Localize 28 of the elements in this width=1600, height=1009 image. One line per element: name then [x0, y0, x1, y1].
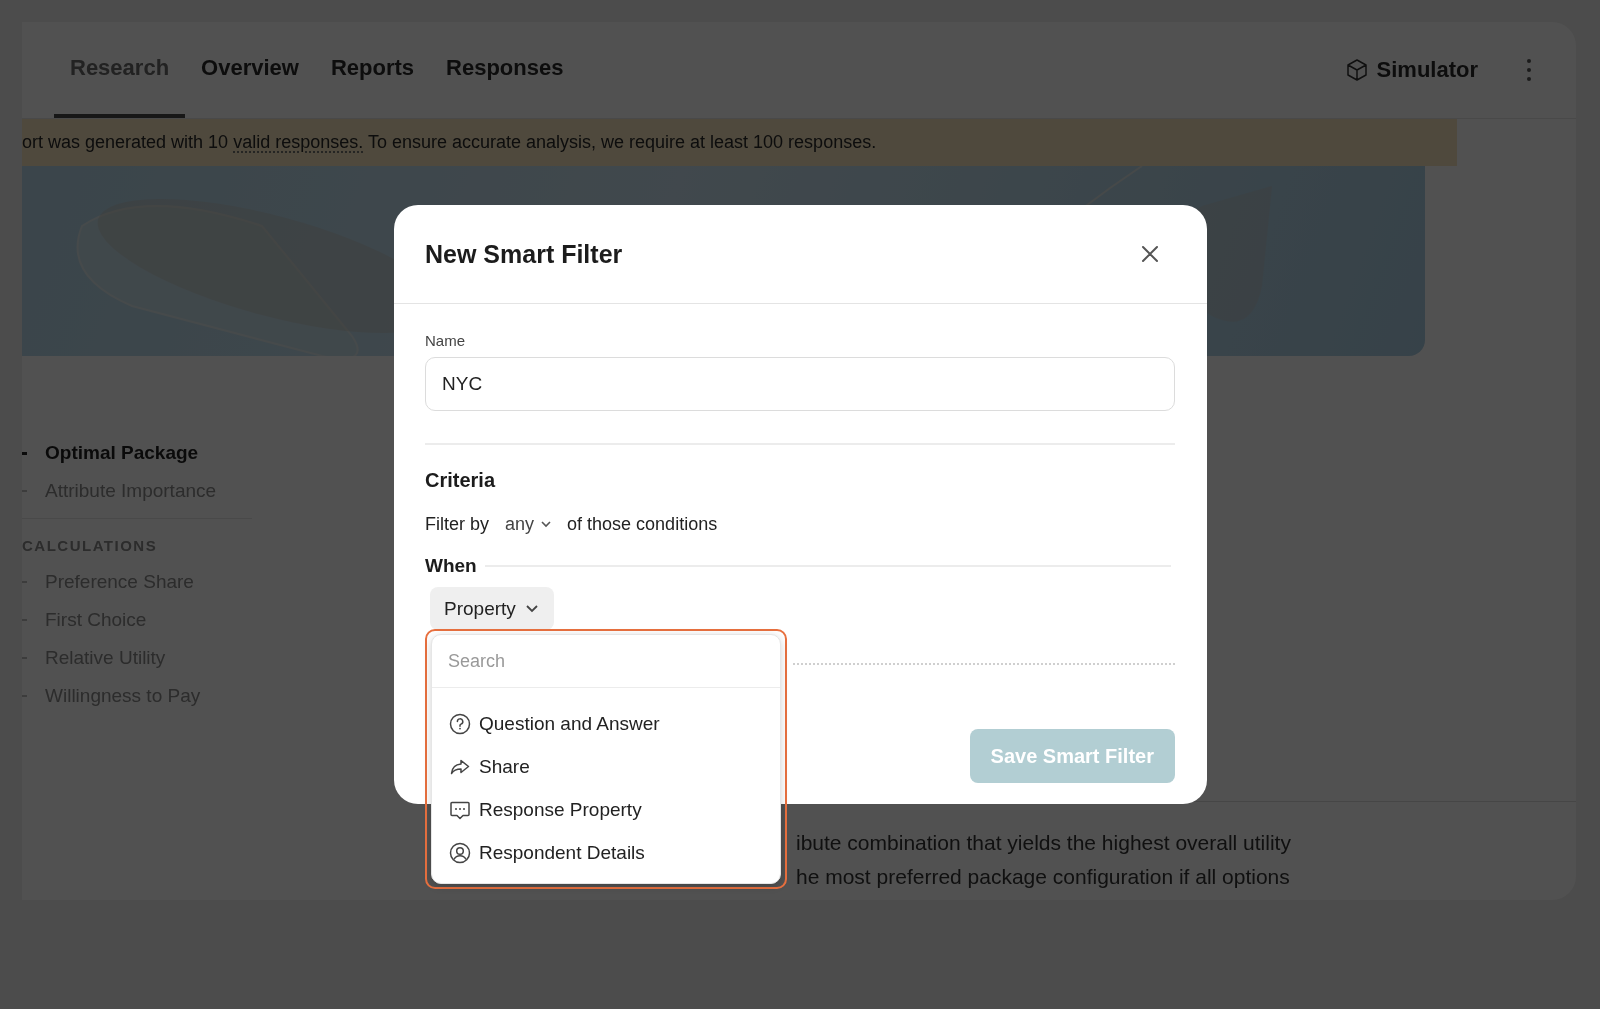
simulator-button[interactable]: Simulator [1344, 22, 1478, 118]
question-circle-icon [449, 712, 471, 735]
name-input-field[interactable]: NYC [425, 357, 1175, 411]
valid-responses-link[interactable]: valid responses. [233, 132, 364, 152]
nav-tab[interactable]: Reports [314, 22, 431, 118]
nav-tab[interactable]: Responses [430, 22, 580, 118]
nav-item[interactable]: Optimal Package [22, 434, 252, 472]
match-mode-dropdown[interactable]: any [505, 514, 552, 535]
close-icon[interactable] [1141, 245, 1159, 263]
description-text: ibute combination that yields the highest overall utility he most preferred package configuration if all options [795, 830, 1292, 890]
menu-item[interactable]: Respondent Details [432, 831, 780, 874]
filter-label: Filter by [425, 514, 489, 535]
cube-icon [1344, 58, 1369, 82]
menu-item[interactable]: Share [432, 745, 780, 788]
search-field[interactable]: Search [432, 635, 780, 688]
user-circle-icon [449, 841, 471, 864]
filter-label: of those conditions [567, 514, 718, 535]
menu-item[interactable]: Question and Answer [432, 702, 780, 745]
section-heading: Criteria [425, 469, 497, 492]
menu-item[interactable]: Response Property [432, 788, 780, 831]
field-label: Name [425, 332, 466, 349]
when-label: When [425, 555, 477, 577]
chevron-down-icon [541, 521, 552, 528]
chevron-down-icon [525, 604, 538, 613]
dialog-title: New Smart Filter [425, 239, 623, 269]
notice-text: ort was generated with 10 valid responses. To ensure accurate analysis, we require at least 100 responses. [22, 132, 877, 153]
nav-tab[interactable]: Overview [185, 22, 315, 118]
property-dropdown-button[interactable]: Property [430, 587, 554, 630]
